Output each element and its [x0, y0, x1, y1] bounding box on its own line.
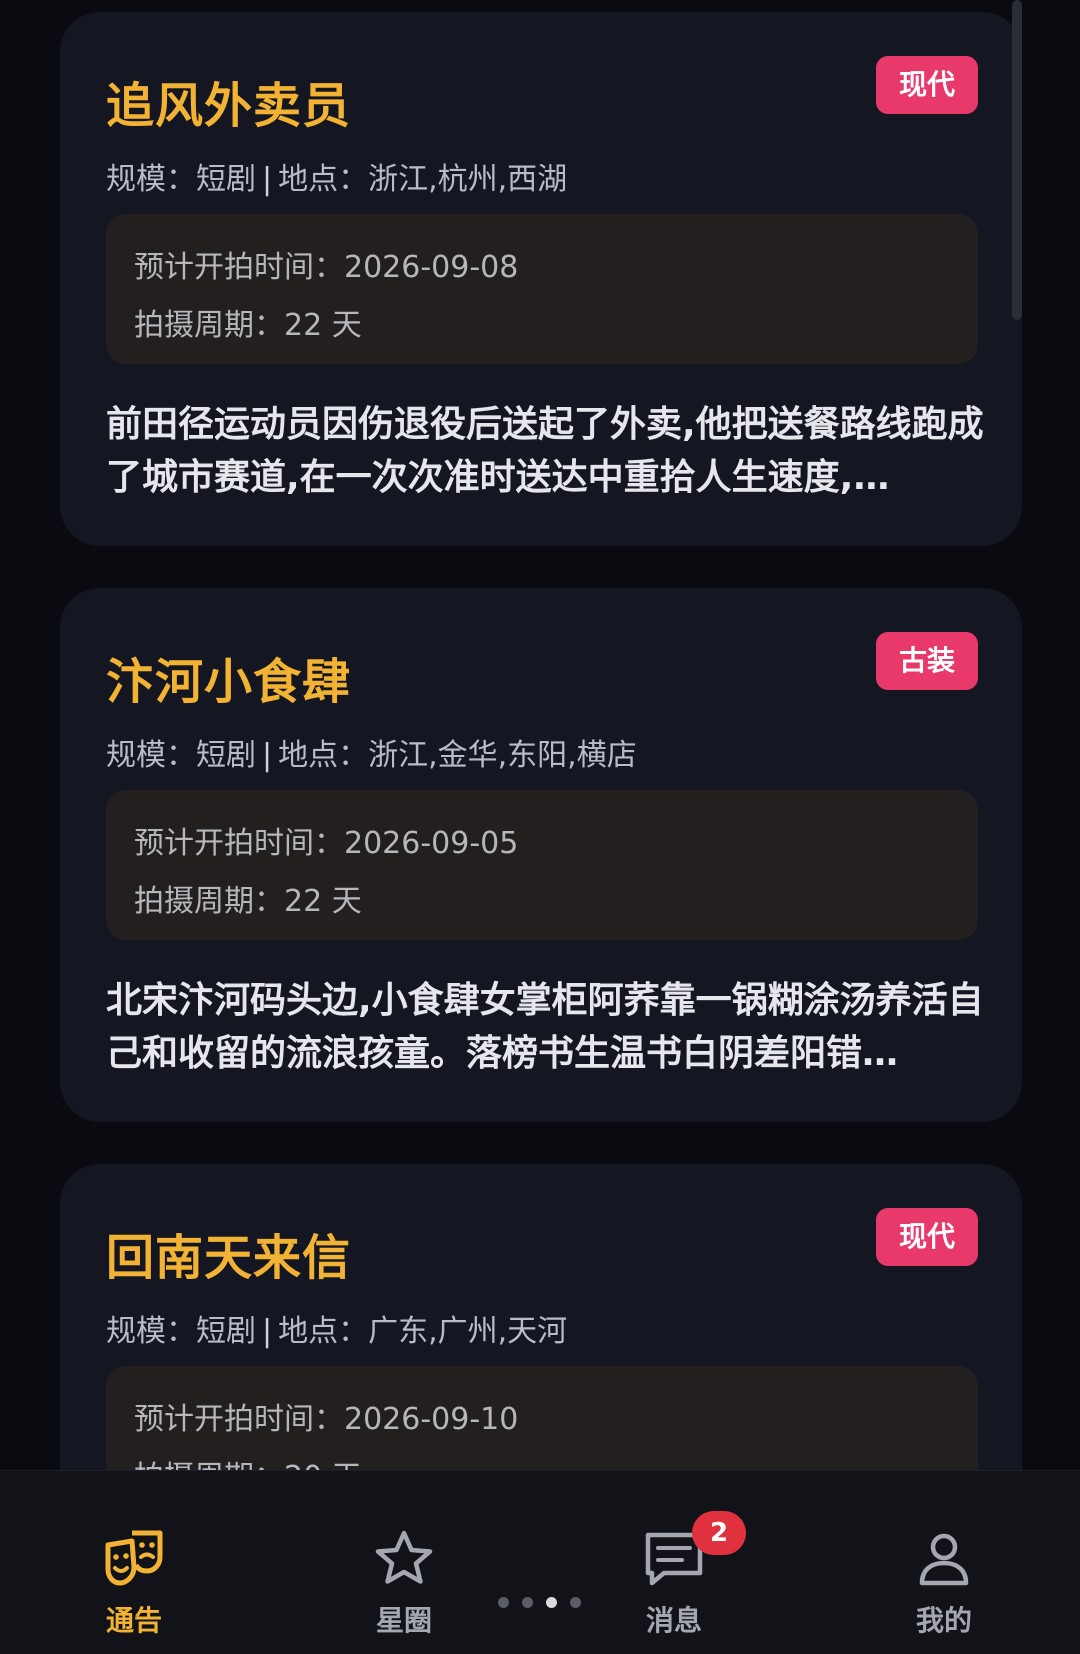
nav-item-notices[interactable]: 通告 [54, 1471, 214, 1654]
page-dot-active [546, 1597, 557, 1608]
period-label: 拍摄周期： [134, 884, 284, 919]
start-date-row: 预计开拍时间：2026-09-05 [134, 818, 518, 862]
nav-item-messages[interactable]: 2 消息 [594, 1471, 754, 1654]
nav-item-star-circle[interactable]: 星圈 [324, 1471, 484, 1654]
nav-item-profile[interactable]: 我的 [864, 1471, 1024, 1654]
start-date-value: 2026-09-08 [344, 250, 519, 285]
card-meta: 规模：短剧 | 地点：浙江,金华,东阳,横店 [106, 730, 637, 774]
user-icon [919, 1533, 969, 1586]
app-screen: 追风外卖员 现代 规模：短剧 | 地点：浙江,杭州,西湖 预计开拍时间：2026-0… [0, 0, 1080, 1654]
bottom-nav: 通告 星圈 2 消息 我的 [0, 1470, 1080, 1654]
meta-separator: | [262, 1314, 273, 1349]
genre-tag: 现代 [876, 56, 978, 114]
genre-tag: 古装 [876, 632, 978, 690]
period-row: 拍摄周期：20 天 [134, 1452, 362, 1470]
scale-value: 短剧 [196, 1314, 256, 1349]
genre-tag: 现代 [876, 1208, 978, 1266]
schedule-box: 预计开拍时间：2026-09-08 拍摄周期：22 天 [106, 214, 978, 364]
period-row: 拍摄周期：22 天 [134, 876, 362, 920]
scale-label: 规模： [106, 738, 196, 773]
nav-label: 星圈 [375, 1604, 432, 1637]
period-row: 拍摄周期：22 天 [134, 300, 362, 344]
card-title: 汴河小食肆 [106, 654, 352, 710]
start-date-row: 预计开拍时间：2026-09-08 [134, 242, 518, 286]
location-label: 地点： [278, 738, 369, 773]
location-value: 广东,广州,天河 [368, 1314, 568, 1349]
start-date-label: 预计开拍时间： [134, 1402, 344, 1437]
card-title: 回南天来信 [106, 1230, 352, 1286]
scale-value: 短剧 [196, 738, 256, 773]
card-synopsis: 北宋汴河码头边,小食肆女掌柜阿荞靠一锅糊涂汤养活自己和收留的流浪孩童。落榜书生温… [106, 980, 984, 1074]
scale-value: 短剧 [196, 162, 256, 197]
period-value: 20 天 [284, 1460, 362, 1470]
casting-card[interactable]: 追风外卖员 现代 规模：短剧 | 地点：浙江,杭州,西湖 预计开拍时间：2026-0… [60, 12, 1022, 546]
start-date-row: 预计开拍时间：2026-09-10 [134, 1394, 518, 1438]
casting-feed[interactable]: 追风外卖员 现代 规模：短剧 | 地点：浙江,杭州,西湖 预计开拍时间：2026-0… [0, 0, 1080, 1470]
location-label: 地点： [278, 162, 369, 197]
page-dot [498, 1597, 509, 1608]
location-label: 地点： [278, 1314, 369, 1349]
period-label: 拍摄周期： [134, 1460, 284, 1470]
start-date-value: 2026-09-05 [344, 826, 519, 861]
location-value: 浙江,杭州,西湖 [368, 162, 568, 197]
schedule-box: 预计开拍时间：2026-09-05 拍摄周期：22 天 [106, 790, 978, 940]
theater-masks-icon [105, 1530, 163, 1586]
nav-label: 消息 [645, 1604, 702, 1637]
scrollbar[interactable] [1012, 0, 1022, 320]
card-meta: 规模：短剧 | 地点：广东,广州,天河 [106, 1306, 567, 1350]
page-dot [522, 1597, 533, 1608]
casting-card[interactable]: 汴河小食肆 古装 规模：短剧 | 地点：浙江,金华,东阳,横店 预计开拍时间：202… [60, 588, 1022, 1122]
nav-label: 通告 [105, 1604, 162, 1637]
start-date-value: 2026-09-10 [344, 1402, 519, 1437]
page-indicator [498, 1597, 588, 1609]
meta-separator: | [262, 162, 273, 197]
scale-label: 规模： [106, 1314, 196, 1349]
card-meta: 规模：短剧 | 地点：浙江,杭州,西湖 [106, 154, 567, 198]
start-date-label: 预计开拍时间： [134, 250, 344, 285]
start-date-label: 预计开拍时间： [134, 826, 344, 861]
period-value: 22 天 [284, 884, 362, 919]
page-dot [570, 1597, 581, 1608]
period-label: 拍摄周期： [134, 308, 284, 343]
card-synopsis: 前田径运动员因伤退役后送起了外卖,他把送餐路线跑成了城市赛道,在一次次准时送达中… [106, 404, 984, 498]
schedule-box: 预计开拍时间：2026-09-10 拍摄周期：20 天 [106, 1366, 978, 1470]
unread-badge: 2 [692, 1511, 746, 1555]
period-value: 22 天 [284, 308, 362, 343]
card-title: 追风外卖员 [106, 78, 352, 134]
casting-card[interactable]: 回南天来信 现代 规模：短剧 | 地点：广东,广州,天河 预计开拍时间：2026-0… [60, 1164, 1022, 1470]
star-icon [375, 1530, 433, 1584]
scale-label: 规模： [106, 162, 196, 197]
location-value: 浙江,金华,东阳,横店 [368, 738, 637, 773]
meta-separator: | [262, 738, 273, 773]
nav-label: 我的 [915, 1604, 972, 1637]
